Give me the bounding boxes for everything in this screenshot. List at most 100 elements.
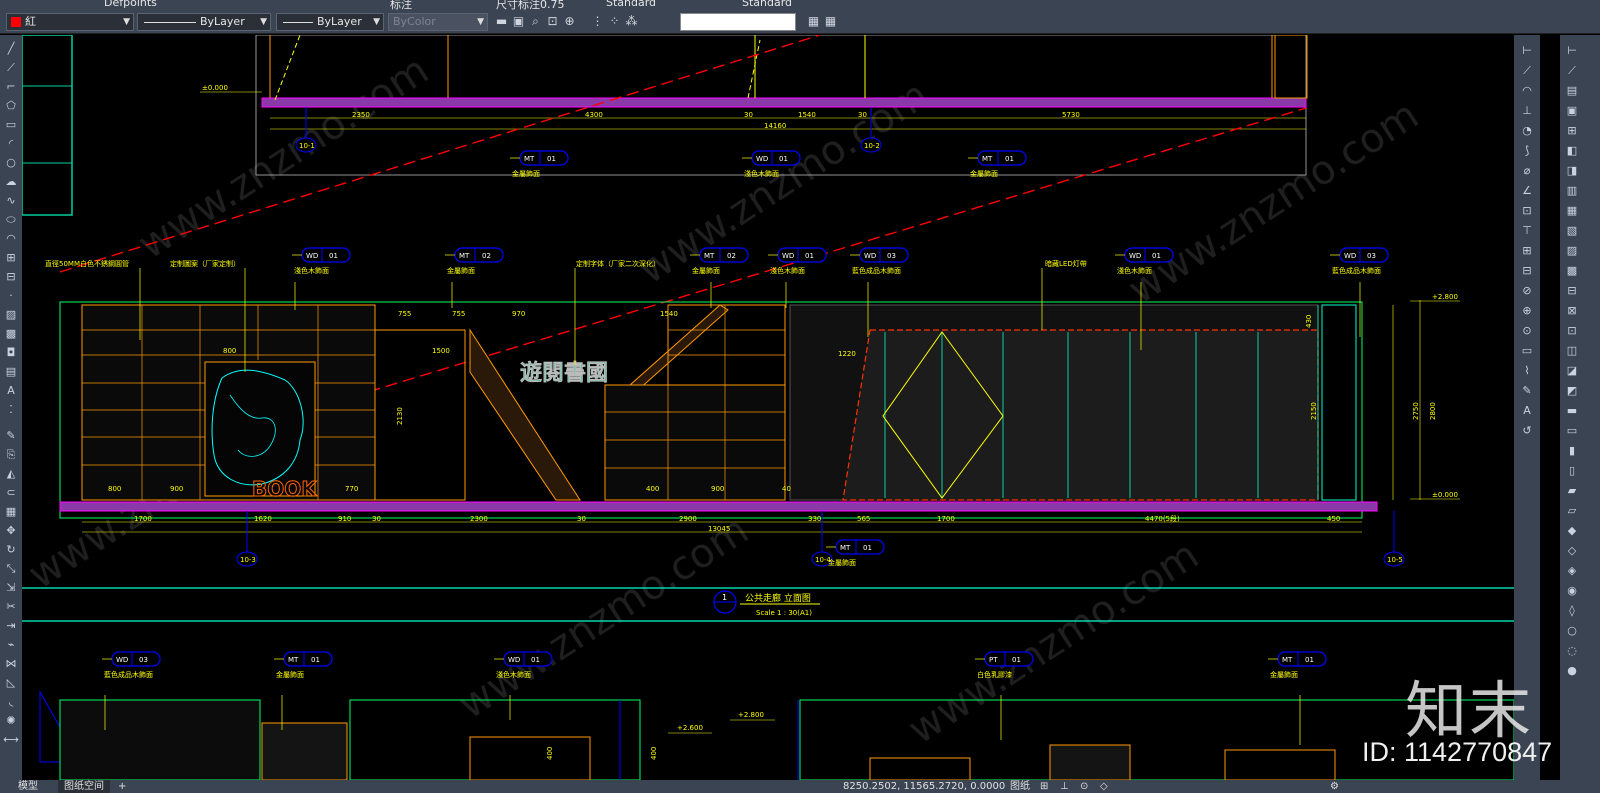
tool-icon[interactable]: ◫ — [1564, 343, 1580, 358]
tool-icon[interactable]: ⊟ — [1564, 283, 1580, 298]
arc-icon[interactable]: ◜ — [2, 136, 20, 152]
command-input[interactable] — [680, 13, 796, 31]
measure-icon[interactable]: ⟷ — [2, 732, 20, 748]
insert-icon[interactable]: ⁂ — [624, 14, 639, 29]
stretch-icon[interactable]: ⇲ — [2, 580, 20, 596]
array-icon[interactable]: ▦ — [2, 504, 20, 520]
tab-model[interactable]: 模型 — [18, 780, 38, 793]
layer-label[interactable]: Defpoints — [104, 0, 157, 9]
tool-icon[interactable]: ▯ — [1564, 463, 1580, 478]
ellipse-icon[interactable]: ⬭ — [2, 212, 20, 228]
addselected-icon[interactable]: ⁚ — [2, 402, 20, 418]
scale-icon[interactable]: ⤡ — [2, 561, 20, 577]
quick-select-icon[interactable]: ⌕ — [528, 14, 543, 29]
radius-icon[interactable]: ◔ — [1519, 123, 1535, 138]
tool-icon[interactable]: ● — [1564, 663, 1580, 678]
spline-icon[interactable]: ∿ — [2, 193, 20, 209]
extend-icon[interactable]: ⇥ — [2, 618, 20, 634]
ordinate-icon[interactable]: ⊥ — [1519, 103, 1535, 118]
erase-icon[interactable]: ✎ — [2, 428, 20, 444]
center-mark-icon[interactable]: ⊙ — [1519, 323, 1535, 338]
inspection-icon[interactable]: ▭ — [1519, 343, 1535, 358]
region-icon[interactable]: ◘ — [2, 345, 20, 361]
tab-layout[interactable]: 图纸空间 — [58, 780, 110, 793]
copy-icon[interactable]: ⎘ — [2, 447, 20, 463]
linetype-select[interactable]: ByLayer ▼ — [137, 13, 271, 31]
space-icon[interactable]: ⊟ — [1519, 263, 1535, 278]
settings-icon[interactable]: ⚙ — [1330, 780, 1339, 793]
tool-icon[interactable]: ▬ — [1564, 403, 1580, 418]
drawing-canvas[interactable]: www.znzmo.com www.znzmo.com www.znzmo.co… — [22, 35, 1514, 780]
dimedit-icon[interactable]: ✎ — [1519, 383, 1535, 398]
point-icon[interactable]: · — [2, 288, 20, 304]
ellipse-arc-icon[interactable]: ◠ — [2, 231, 20, 247]
tool-icon[interactable]: ◇ — [1564, 543, 1580, 558]
tool-icon[interactable]: ◆ — [1564, 523, 1580, 538]
snap-icon[interactable]: ⊞ — [1040, 780, 1048, 793]
osnap-icon[interactable]: ◇ — [1100, 780, 1108, 793]
table-icon[interactable]: ▤ — [2, 364, 20, 380]
tool-icon[interactable]: ⊠ — [1564, 303, 1580, 318]
rectangle-icon[interactable]: ▭ — [2, 117, 20, 133]
tool-icon[interactable]: ◈ — [1564, 563, 1580, 578]
baseline-icon[interactable]: ⊤ — [1519, 223, 1535, 238]
group-icon[interactable]: ⋮ — [590, 14, 605, 29]
xline-icon[interactable]: ⟋ — [2, 60, 20, 76]
plotstyle-select[interactable]: ByColor ▼ — [388, 13, 488, 31]
lineweight-select[interactable]: ByLayer ▼ — [276, 13, 384, 31]
textstyle-label[interactable]: Standard — [606, 0, 656, 9]
tool-icon[interactable]: ▦ — [1564, 203, 1580, 218]
tool-icon[interactable]: ▥ — [1564, 183, 1580, 198]
grid-icon[interactable]: ▦ — [806, 14, 821, 29]
linear-dim-icon[interactable]: ⊢ — [1519, 43, 1535, 58]
tool-icon[interactable]: ▱ — [1564, 503, 1580, 518]
jogged-linear-icon[interactable]: ⌇ — [1519, 363, 1535, 378]
tool-icon[interactable]: ▧ — [1564, 223, 1580, 238]
tool-icon[interactable]: ⊞ — [1564, 123, 1580, 138]
tolerance-icon[interactable]: ⊕ — [1519, 303, 1535, 318]
tool-icon[interactable]: ▩ — [1564, 263, 1580, 278]
tool-icon[interactable]: ◨ — [1564, 163, 1580, 178]
tool-icon[interactable]: ◩ — [1564, 383, 1580, 398]
tool-icon[interactable]: ▣ — [1564, 103, 1580, 118]
tool-icon[interactable]: ⊡ — [1564, 323, 1580, 338]
tool-icon[interactable]: ◪ — [1564, 363, 1580, 378]
tool-icon[interactable]: ◉ — [1564, 583, 1580, 598]
tool-icon[interactable]: ▮ — [1564, 443, 1580, 458]
arc-length-icon[interactable]: ◠ — [1519, 83, 1535, 98]
hatch-icon[interactable]: ▨ — [2, 307, 20, 323]
tool-icon[interactable]: ▰ — [1564, 483, 1580, 498]
break-dim-icon[interactable]: ⊘ — [1519, 283, 1535, 298]
quick-dim-icon[interactable]: ⊡ — [1519, 203, 1535, 218]
continue-icon[interactable]: ⊞ — [1519, 243, 1535, 258]
make-block-icon[interactable]: ⊟ — [2, 269, 20, 285]
layer-walk-icon[interactable]: ▣ — [511, 14, 526, 29]
tool-icon[interactable]: ⟋ — [1564, 63, 1580, 78]
style-label[interactable]: 标注 — [390, 0, 412, 10]
dimupdate-icon[interactable]: ↺ — [1519, 423, 1535, 438]
tool-icon[interactable]: ▭ — [1564, 423, 1580, 438]
move-icon[interactable]: ✥ — [2, 523, 20, 539]
polygon-icon[interactable]: ⬠ — [2, 98, 20, 114]
tablestyle-label[interactable]: Standard — [742, 0, 792, 9]
tool-icon[interactable]: ◊ — [1564, 603, 1580, 618]
rotate-icon[interactable]: ↻ — [2, 542, 20, 558]
explode-icon[interactable]: ✺ — [2, 713, 20, 729]
gradient-icon[interactable]: ▩ — [2, 326, 20, 342]
insert-block-icon[interactable]: ⊞ — [2, 250, 20, 266]
break-icon[interactable]: ⌁ — [2, 637, 20, 653]
aligned-dim-icon[interactable]: ⟋ — [1519, 63, 1535, 78]
dimstyle-label[interactable]: 尺寸标注0.75 — [496, 0, 565, 10]
chamfer-icon[interactable]: ◺ — [2, 675, 20, 691]
jogged-icon[interactable]: ⟆ — [1519, 143, 1535, 158]
add-tab-icon[interactable]: + — [118, 780, 126, 793]
trim-icon[interactable]: ✂ — [2, 599, 20, 615]
polar-icon[interactable]: ⊙ — [1080, 780, 1088, 793]
mtext-icon[interactable]: A — [2, 383, 20, 399]
polyline-icon[interactable]: ⌐ — [2, 79, 20, 95]
fillet-icon[interactable]: ◟ — [2, 694, 20, 710]
space-mode[interactable]: 图纸 — [1010, 780, 1030, 793]
mirror-icon[interactable]: ◭ — [2, 466, 20, 482]
diameter-icon[interactable]: ⌀ — [1519, 163, 1535, 178]
tool-icon[interactable]: ◧ — [1564, 143, 1580, 158]
